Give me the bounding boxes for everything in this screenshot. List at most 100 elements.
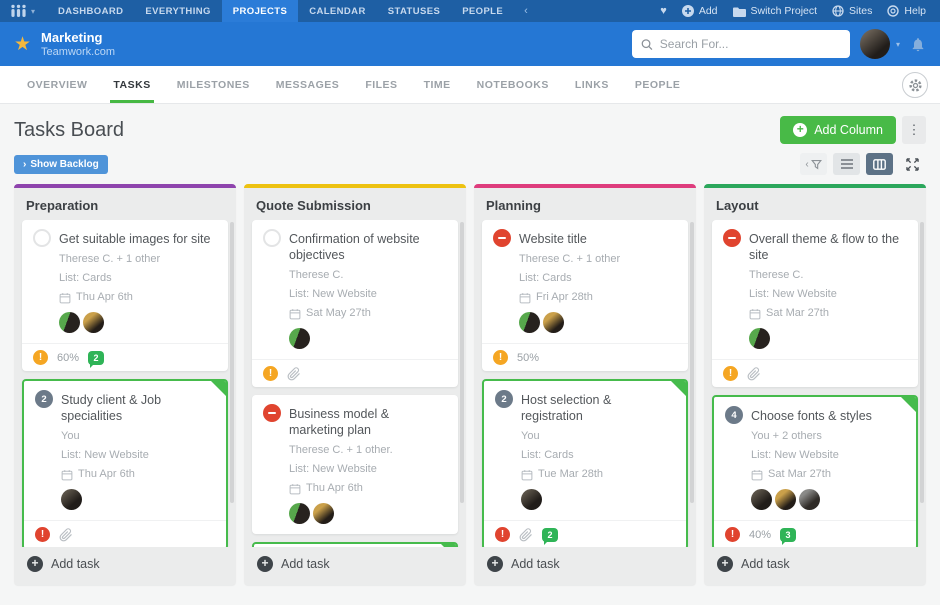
task-title[interactable]: Website title bbox=[519, 229, 587, 247]
task-card[interactable]: Overall theme & flow to the site Therese… bbox=[712, 220, 918, 387]
tab-milestones[interactable]: MILESTONES bbox=[164, 66, 263, 103]
board-columns-icon bbox=[873, 159, 886, 170]
comments-icon[interactable]: 3 bbox=[780, 528, 796, 542]
task-card[interactable]: Website title Therese C. + 1 other List:… bbox=[482, 220, 688, 371]
plus-circle-icon bbox=[682, 5, 694, 17]
list-view-button[interactable] bbox=[833, 153, 860, 175]
nav-item-everything[interactable]: EVERYTHING bbox=[134, 0, 221, 22]
page-head: Tasks Board + Add Column ⋮ bbox=[0, 105, 940, 144]
paperclip-icon bbox=[287, 367, 301, 381]
task-card-selected[interactable]: 2 Study client & Job specialities You Li… bbox=[22, 379, 228, 547]
tab-tasks[interactable]: TASKS bbox=[100, 66, 163, 103]
add-task-button[interactable]: Add task bbox=[244, 547, 466, 585]
add-task-button[interactable]: Add task bbox=[474, 547, 696, 585]
task-blocked-icon[interactable] bbox=[493, 229, 511, 247]
favorites-heart-icon[interactable]: ♥ bbox=[660, 5, 667, 17]
tab-notebooks[interactable]: NOTEBOOKS bbox=[464, 66, 562, 103]
add-task-button[interactable]: Add task bbox=[14, 547, 236, 585]
nav-item-calendar[interactable]: CALENDAR bbox=[298, 0, 377, 22]
task-title[interactable]: Choose fonts & styles bbox=[751, 406, 872, 424]
avatar bbox=[799, 489, 820, 510]
task-due-date: Sat Mar 27th bbox=[751, 468, 905, 481]
chevron-right-icon: › bbox=[23, 159, 26, 170]
add-button[interactable]: Add bbox=[682, 5, 718, 17]
sites-button[interactable]: Sites bbox=[832, 5, 872, 17]
expand-arrows-icon bbox=[906, 158, 919, 171]
comments-icon[interactable]: 2 bbox=[88, 351, 104, 365]
nav-item-people[interactable]: PEOPLE bbox=[451, 0, 514, 22]
column-scrollbar[interactable] bbox=[690, 222, 694, 503]
task-card[interactable]: Confirmation of website objectives There… bbox=[252, 220, 458, 387]
switch-project-label: Switch Project bbox=[751, 5, 818, 17]
task-checkbox[interactable] bbox=[263, 229, 281, 247]
project-tab-bar: OVERVIEW TASKS MILESTONES MESSAGES FILES… bbox=[0, 66, 940, 104]
task-title[interactable]: Get suitable images for site bbox=[59, 229, 210, 247]
task-number-badge[interactable]: 4 bbox=[725, 406, 743, 424]
nav-item-projects[interactable]: PROJECTS bbox=[222, 0, 298, 22]
search-icon bbox=[641, 38, 653, 51]
help-button[interactable]: Help bbox=[887, 5, 926, 17]
task-assignee: Therese C. bbox=[289, 269, 447, 282]
chevron-left-icon: ‹ bbox=[805, 159, 808, 170]
task-title[interactable]: Business model & marketing plan bbox=[289, 404, 447, 438]
settings-gear-button[interactable] bbox=[902, 72, 928, 98]
task-checkbox[interactable] bbox=[33, 229, 51, 247]
tab-messages[interactable]: MESSAGES bbox=[263, 66, 353, 103]
nav-item-statuses[interactable]: STATUSES bbox=[377, 0, 451, 22]
tab-overview[interactable]: OVERVIEW bbox=[14, 66, 100, 103]
task-blocked-icon[interactable] bbox=[263, 404, 281, 422]
task-due-date: Tue Mar 28th bbox=[521, 468, 675, 481]
comments-icon[interactable]: 2 bbox=[542, 528, 558, 542]
column-scrollbar[interactable] bbox=[920, 222, 924, 503]
show-backlog-button[interactable]: › Show Backlog bbox=[14, 155, 108, 174]
tab-links[interactable]: LINKS bbox=[562, 66, 622, 103]
board-options-kebab-button[interactable]: ⋮ bbox=[902, 116, 926, 144]
favorite-star-icon[interactable]: ★ bbox=[14, 33, 31, 56]
task-avatars bbox=[59, 312, 217, 333]
calendar-icon bbox=[61, 469, 73, 481]
avatar bbox=[313, 503, 334, 524]
plus-icon bbox=[487, 556, 503, 572]
user-menu-caret-icon[interactable]: ▾ bbox=[896, 40, 900, 49]
add-label: Add bbox=[699, 5, 718, 17]
task-number-badge[interactable]: 2 bbox=[35, 390, 53, 408]
switch-project-button[interactable]: Switch Project bbox=[733, 5, 818, 17]
task-card[interactable]: Get suitable images for site Therese C. … bbox=[22, 220, 228, 371]
search-input[interactable] bbox=[660, 37, 841, 51]
avatar bbox=[521, 489, 542, 510]
task-title[interactable]: Confirmation of website objectives bbox=[289, 229, 447, 263]
task-card-selected[interactable]: 4 Choose fonts & styles You + 2 others L… bbox=[712, 395, 918, 547]
avatar bbox=[775, 489, 796, 510]
column-scrollbar[interactable] bbox=[230, 222, 234, 503]
notifications-bell-icon[interactable] bbox=[910, 36, 926, 53]
add-task-label: Add task bbox=[51, 557, 100, 571]
task-card-selected[interactable]: 2 Host selection & registration You List… bbox=[482, 379, 688, 547]
tab-files[interactable]: FILES bbox=[352, 66, 410, 103]
tab-time[interactable]: TIME bbox=[411, 66, 464, 103]
avatar bbox=[519, 312, 540, 333]
selected-corner bbox=[211, 381, 226, 396]
nav-collapse-icon[interactable]: ‹ bbox=[514, 0, 538, 22]
task-card[interactable]: Business model & marketing plan Therese … bbox=[252, 395, 458, 534]
nav-item-dashboard[interactable]: DASHBOARD bbox=[47, 0, 134, 22]
task-title[interactable]: Host selection & registration bbox=[521, 390, 675, 424]
page-title: Tasks Board bbox=[14, 119, 124, 142]
task-title[interactable]: Study client & Job specialities bbox=[61, 390, 215, 424]
teamwork-logo[interactable]: ▾ bbox=[0, 0, 47, 22]
task-blocked-icon[interactable] bbox=[723, 229, 741, 247]
fullscreen-expand-button[interactable] bbox=[899, 153, 926, 175]
task-number-badge[interactable]: 2 bbox=[495, 390, 513, 408]
task-title[interactable]: Overall theme & flow to the site bbox=[749, 229, 907, 263]
board-view-button[interactable] bbox=[866, 153, 893, 175]
add-task-button[interactable]: Add task bbox=[704, 547, 926, 585]
priority-warning-icon: ! bbox=[263, 366, 278, 381]
task-assignee: Therese C. + 1 other bbox=[59, 253, 217, 266]
avatar bbox=[543, 312, 564, 333]
tab-people[interactable]: PEOPLE bbox=[622, 66, 694, 103]
user-avatar[interactable] bbox=[860, 29, 890, 59]
filter-button[interactable]: ‹ bbox=[800, 153, 827, 175]
add-column-button[interactable]: + Add Column bbox=[780, 116, 896, 144]
task-card-selected[interactable]: Plan interactions, technologies & functi… bbox=[252, 542, 458, 547]
column-scrollbar[interactable] bbox=[460, 222, 464, 503]
overdue-warning-icon: ! bbox=[35, 527, 50, 542]
